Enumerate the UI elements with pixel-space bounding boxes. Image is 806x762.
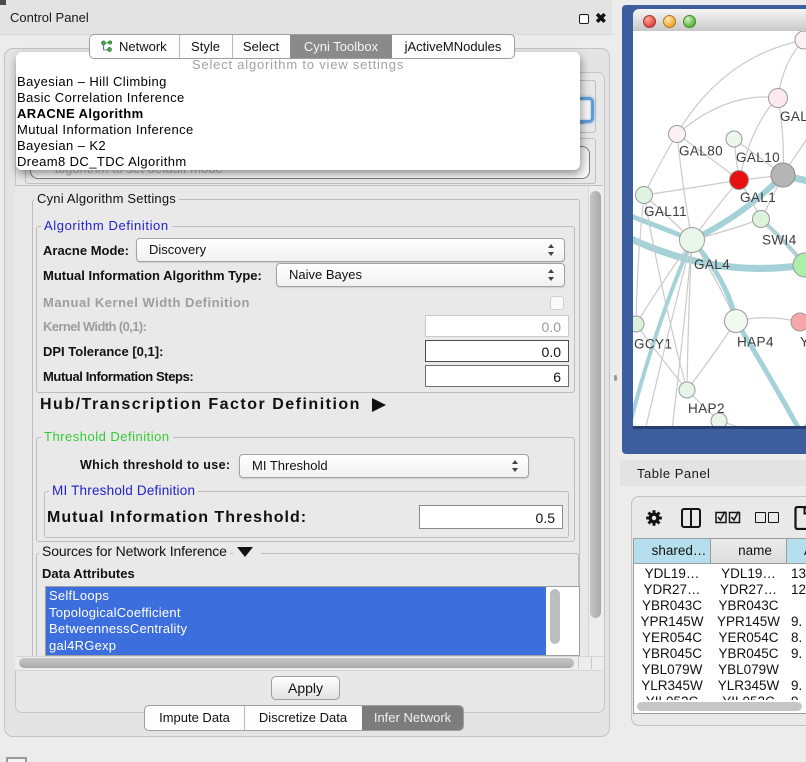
svg-text:Y: Y [800, 335, 806, 350]
svg-text:SWI4: SWI4 [762, 233, 797, 248]
svg-text:HAP4: HAP4 [737, 335, 774, 350]
svg-text:GAL: GAL [780, 109, 806, 124]
svg-text:GAL11: GAL11 [644, 204, 687, 219]
svg-text:HAP2: HAP2 [688, 401, 725, 416]
svg-text:GCY1: GCY1 [634, 337, 672, 352]
svg-text:GAL4: GAL4 [694, 257, 730, 272]
svg-text:GAL80: GAL80 [679, 144, 723, 159]
svg-text:GAL10: GAL10 [736, 150, 780, 165]
svg-text:GAL1: GAL1 [740, 190, 776, 205]
